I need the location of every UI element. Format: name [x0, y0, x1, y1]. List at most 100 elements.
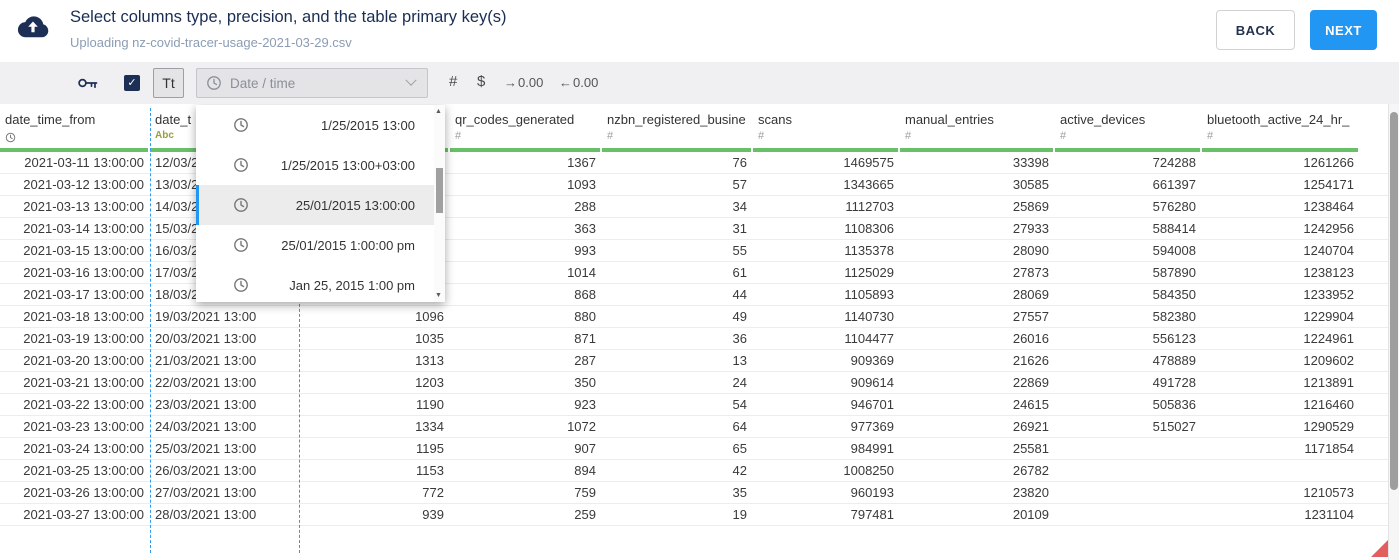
cell: 491728: [1152, 375, 1196, 390]
format-option[interactable]: Jan 25, 2015 1:00 pm: [196, 265, 445, 302]
column-header-scans[interactable]: scans #: [753, 108, 900, 152]
table-row: 2021-03-23 13:00:00 24/03/2021 13:00 1334 1…: [0, 416, 1389, 438]
cell: 894: [574, 463, 596, 478]
cell: 26/03/2021 13:00: [155, 463, 257, 478]
primary-key-icon[interactable]: [77, 74, 99, 97]
cell: 34: [732, 199, 747, 214]
cell: 350: [574, 375, 596, 390]
integer-type-button[interactable]: #: [449, 73, 457, 90]
cell: 2021-03-11 13:00:00: [24, 155, 144, 170]
increase-precision-label: 0.00: [518, 75, 544, 90]
cell: 1093: [567, 177, 596, 192]
cell: 1313: [415, 353, 444, 368]
cell: 2021-03-16 13:00:00: [23, 265, 144, 280]
cell: 22869: [1012, 375, 1049, 390]
selected-column-left-guide: [150, 108, 151, 553]
cell: 28090: [1012, 243, 1049, 258]
text-type-button[interactable]: Tt: [153, 68, 184, 98]
table-row: 2021-03-20 13:00:00 21/03/2021 13:00 1313 2…: [0, 350, 1389, 372]
cell: 772: [422, 485, 444, 500]
cell: 1203: [415, 375, 444, 390]
cell: 26016: [1012, 331, 1049, 346]
cell: 759: [574, 485, 596, 500]
format-option[interactable]: 1/25/2015 13:00: [196, 105, 445, 145]
format-option[interactable]: 1/25/2015 13:00+03:00: [196, 145, 445, 185]
column-header-nzbn_registered_busine[interactable]: nzbn_registered_busine #: [602, 108, 753, 152]
cell: 2021-03-23 13:00:00: [23, 419, 144, 434]
cell: 1112703: [845, 199, 894, 214]
datetime-format-dropdown[interactable]: Date / time: [196, 68, 428, 98]
scroll-up-icon[interactable]: ▲: [435, 108, 442, 115]
number-type-marker: #: [607, 130, 614, 142]
cell: 287: [574, 353, 596, 368]
column-name: date_time_from: [5, 112, 96, 127]
cell: 2021-03-27 13:00:00: [23, 507, 144, 522]
increase-precision-button[interactable]: →0.00: [504, 75, 543, 90]
column-header-date_time_from[interactable]: date_time_from: [0, 108, 150, 152]
cell: 259: [574, 507, 596, 522]
number-type-marker: #: [758, 130, 765, 142]
scroll-down-icon[interactable]: ▼: [435, 292, 442, 299]
column-checked-checkbox[interactable]: ✓: [124, 75, 140, 91]
cell: 27873: [1012, 265, 1049, 280]
cell: 1105893: [844, 287, 894, 302]
cell: 1229904: [1303, 309, 1354, 324]
cell: 1104477: [844, 331, 894, 346]
number-type-marker: #: [905, 130, 912, 142]
cell: 2021-03-21 13:00:00: [23, 375, 144, 390]
column-type-toolbar: ✓ Tt Date / time # $ →0.00 ←0.00: [0, 62, 1399, 104]
cell: 27933: [1012, 221, 1049, 236]
column-header-manual_entries[interactable]: manual_entries #: [900, 108, 1055, 152]
back-button[interactable]: BACK: [1216, 10, 1295, 50]
page-scrollbar[interactable]: [1388, 62, 1399, 560]
cell: 1209602: [1303, 353, 1354, 368]
format-option[interactable]: 25/01/2015 13:00:00: [196, 185, 445, 225]
menu-scrollbar[interactable]: ▲ ▼: [434, 105, 445, 302]
cell: 984991: [850, 441, 894, 456]
format-option-label: Jan 25, 2015 1:00 pm: [289, 277, 415, 293]
cell: 587890: [1152, 265, 1196, 280]
cell: 13: [732, 353, 747, 368]
format-option[interactable]: 25/01/2015 1:00:00 pm: [196, 225, 445, 265]
cell: 868: [574, 287, 596, 302]
column-header-active_devices[interactable]: active_devices #: [1055, 108, 1202, 152]
cell: 556123: [1152, 331, 1196, 346]
cell: 923: [574, 397, 596, 412]
upload-cloud-icon: [16, 14, 50, 40]
cell: 2021-03-13 13:00:00: [23, 199, 144, 214]
cell: 2021-03-26 13:00:00: [23, 485, 144, 500]
column-header-qr_codes_generated[interactable]: qr_codes_generated #: [450, 108, 602, 152]
next-button[interactable]: NEXT: [1310, 10, 1377, 50]
cell: 515027: [1152, 419, 1196, 434]
cell: 1140730: [844, 309, 894, 324]
arrow-right-icon: →: [504, 75, 517, 90]
cell: 36: [732, 331, 747, 346]
cell: 2021-03-24 13:00:00: [23, 441, 144, 456]
column-header-bluetooth_active_24_hr_[interactable]: bluetooth_active_24_hr_ #: [1202, 108, 1360, 152]
column-name: scans: [758, 112, 792, 127]
cell: 2021-03-25 13:00:00: [23, 463, 144, 478]
page-scrollbar-thumb[interactable]: [1390, 112, 1398, 490]
cell: 993: [574, 243, 596, 258]
cell: 42: [732, 463, 747, 478]
cell: 797481: [850, 507, 894, 522]
cell: 576280: [1152, 199, 1196, 214]
cell: 960193: [850, 485, 894, 500]
cell: 939: [422, 507, 444, 522]
cell: 21/03/2021 13:00: [155, 353, 257, 368]
menu-scrollbar-thumb[interactable]: [436, 168, 443, 213]
cell: 28/03/2021 13:00: [155, 507, 257, 522]
currency-type-button[interactable]: $: [477, 73, 485, 90]
cell: 2021-03-14 13:00:00: [23, 221, 144, 236]
decrease-precision-button[interactable]: ←0.00: [559, 75, 598, 90]
arrow-left-icon: ←: [559, 75, 572, 90]
chevron-down-icon: [405, 74, 417, 86]
column-name: qr_codes_generated: [455, 112, 575, 127]
cell: 23820: [1012, 485, 1049, 500]
cell: 54: [732, 397, 747, 412]
cell: 35: [732, 485, 747, 500]
cell: 1195: [416, 441, 444, 456]
upload-filename-subtitle: Uploading nz-covid-tracer-usage-2021-03-…: [70, 35, 352, 50]
cell: 61: [732, 265, 747, 280]
cell: 26782: [1012, 463, 1049, 478]
